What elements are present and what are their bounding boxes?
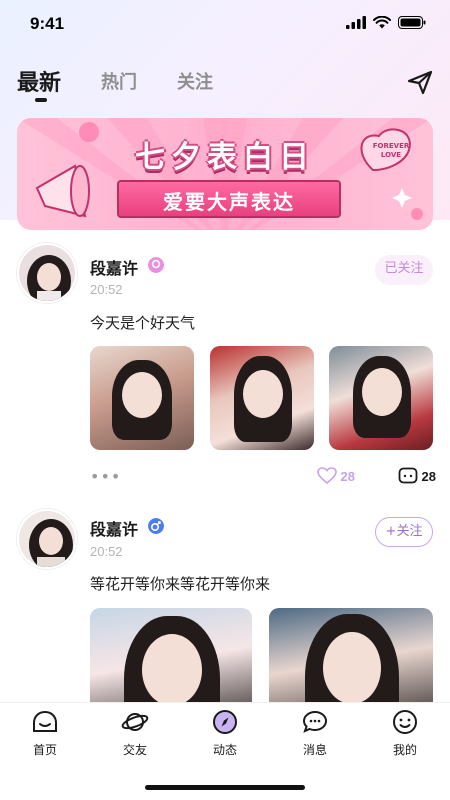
- status-icons: [346, 16, 426, 29]
- tabbar-item-messages[interactable]: 消息: [285, 709, 345, 758]
- post-time: 20:52: [90, 282, 123, 297]
- planet-icon: [121, 713, 149, 731]
- tab-following[interactable]: 关注: [177, 68, 213, 94]
- paper-plane-icon[interactable]: [406, 68, 434, 96]
- banner-title: 七夕表白日: [135, 140, 315, 175]
- tabbar-item-friends[interactable]: 交友: [105, 709, 165, 758]
- post-text: 今天是个好天气: [90, 314, 196, 332]
- username[interactable]: 段嘉许: [90, 255, 138, 279]
- banner-ribbon: 爱要大声表达: [117, 180, 341, 218]
- tabbar-label: 首页: [32, 743, 57, 757]
- status-time: 9:41: [30, 14, 65, 33]
- male-badge-icon: [148, 518, 164, 534]
- tab-latest[interactable]: 最新: [17, 65, 61, 97]
- compass-icon: [213, 710, 237, 734]
- post-photo[interactable]: [90, 346, 194, 450]
- status-bar: 9:41: [0, 0, 450, 50]
- tabbar-label: 消息: [302, 743, 327, 757]
- message-icon: [302, 710, 328, 733]
- tabbar-label: 动态: [212, 743, 237, 757]
- followed-button[interactable]: 已关注: [375, 255, 433, 285]
- signal-icon: [346, 16, 366, 29]
- username[interactable]: 段嘉许: [90, 516, 138, 540]
- tabbar-label: 我的: [392, 743, 417, 757]
- tabbar-item-profile[interactable]: 我的: [375, 709, 435, 758]
- tabbar-label: 交友: [122, 743, 147, 757]
- avatar-image: [19, 245, 75, 301]
- post-actions: ••• 28 28: [0, 467, 450, 487]
- like-count: 28: [340, 468, 355, 484]
- avatar[interactable]: [17, 509, 77, 569]
- battery-icon: [398, 16, 426, 29]
- post-time: 20:52: [90, 544, 123, 559]
- comment-button[interactable]: 28: [398, 467, 436, 485]
- comment-count: 28: [421, 468, 436, 484]
- home-icon: [33, 710, 57, 732]
- heart-icon: [316, 467, 337, 485]
- post-photo[interactable]: [329, 346, 433, 450]
- post-text: 等花开等你来等花开等你来: [90, 575, 271, 593]
- follow-button[interactable]: +关注: [375, 517, 433, 547]
- wifi-icon: [373, 16, 391, 29]
- avatar-image: [19, 511, 75, 567]
- avatar[interactable]: [17, 243, 77, 303]
- banner-subtitle: 爱要大声表达: [163, 190, 295, 214]
- comment-icon: [398, 467, 417, 484]
- more-icon[interactable]: •••: [90, 467, 121, 486]
- tab-hot[interactable]: 热门: [101, 68, 137, 94]
- like-button[interactable]: 28: [316, 467, 355, 485]
- feed-header: 最新 热门 关注: [0, 62, 450, 106]
- tabbar-item-home[interactable]: 首页: [15, 709, 75, 758]
- post-photo[interactable]: [210, 346, 314, 450]
- tabbar-item-feed[interactable]: 动态: [195, 709, 255, 758]
- profile-icon: [393, 710, 417, 734]
- home-indicator: [145, 785, 305, 790]
- qixi-banner[interactable]: FOREVER LOVE 七夕表白日 爱要大声表达: [17, 118, 433, 230]
- active-tab-indicator: [35, 98, 47, 102]
- female-badge-icon: [148, 257, 164, 273]
